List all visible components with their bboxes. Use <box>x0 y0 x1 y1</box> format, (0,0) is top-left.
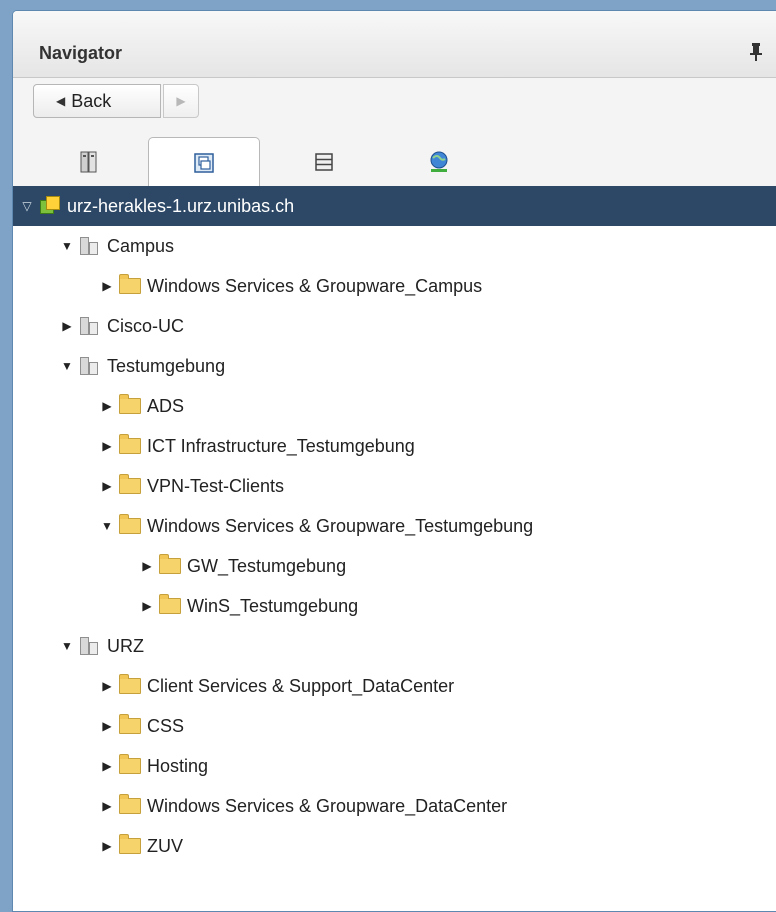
tree-datacenter-row[interactable]: ▼ Testumgebung <box>13 346 776 386</box>
tree-folder-row[interactable]: ▶ ADS <box>13 386 776 426</box>
tree-folder-row[interactable]: ▼ Windows Services & Groupware_Testumgebu… <box>13 506 776 546</box>
folder-icon <box>119 274 145 296</box>
expand-right-icon[interactable]: ▶ <box>99 399 115 413</box>
tree-folder-row[interactable]: ▶ CSS <box>13 706 776 746</box>
folder-icon <box>119 434 145 456</box>
expand-right-icon[interactable]: ▶ <box>99 279 115 293</box>
folder-icon <box>119 394 145 416</box>
forward-button[interactable]: ▶ <box>163 84 199 118</box>
tree-item-label: ADS <box>147 395 185 416</box>
expand-right-icon[interactable]: ▶ <box>99 719 115 733</box>
tree-item-label: URZ <box>107 635 144 656</box>
tree-item-label: GW_Testumgebung <box>187 555 347 576</box>
datacenter-icon <box>79 356 105 376</box>
server-icon <box>80 151 97 173</box>
folder-icon <box>159 594 185 616</box>
back-button[interactable]: ◀ Back <box>33 84 161 118</box>
navigator-panel: Navigator ◀ Back ▶ ▽ urz-herakles-1.urz.… <box>12 10 776 912</box>
tree-item-label: urz-herakles-1.urz.unibas.ch <box>67 195 295 216</box>
expand-right-icon[interactable]: ▶ <box>99 839 115 853</box>
datacenter-icon <box>79 236 105 256</box>
expand-down-icon[interactable]: ▼ <box>99 519 115 533</box>
tree-item-label: Windows Services & Groupware_Campus <box>147 275 483 296</box>
expand-right-icon[interactable]: ▶ <box>99 479 115 493</box>
tree-item-label: Windows Services & Groupware_Testumgebun… <box>147 515 534 536</box>
pin-icon[interactable] <box>749 42 763 67</box>
tree-item-label: Cisco-UC <box>107 315 185 336</box>
vcenter-icon <box>39 196 65 216</box>
tree-datacenter-row[interactable]: ▶ Cisco-UC <box>13 306 776 346</box>
datacenter-icon <box>79 316 105 336</box>
tree-folder-row[interactable]: ▶ Windows Services & Groupware_Campus <box>13 266 776 306</box>
tree-folder-row[interactable]: ▶ VPN-Test-Clients <box>13 466 776 506</box>
expand-down-icon[interactable]: ▼ <box>59 639 75 653</box>
tab-hosts-clusters[interactable] <box>33 137 145 187</box>
tree-folder-row[interactable]: ▶ Windows Services & Groupware_DataCenter <box>13 786 776 826</box>
expand-right-icon[interactable]: ▶ <box>139 599 155 613</box>
tree-item-label: ICT Infrastructure_Testumgebung <box>147 435 415 456</box>
expand-right-icon[interactable]: ▶ <box>99 679 115 693</box>
navigator-header <box>13 11 776 78</box>
page: Navigator ◀ Back ▶ ▽ urz-herakles-1.urz.… <box>0 0 776 912</box>
expand-right-icon[interactable]: ▶ <box>99 799 115 813</box>
tab-networking[interactable] <box>383 137 495 187</box>
tree-vcenter-row[interactable]: ▽ urz-herakles-1.urz.unibas.ch <box>13 186 776 226</box>
folder-icon <box>119 754 145 776</box>
expand-right-icon[interactable]: ▶ <box>99 439 115 453</box>
tree-item-label: Hosting <box>147 755 209 776</box>
tab-storage[interactable] <box>268 137 380 187</box>
forward-arrow-icon: ▶ <box>176 94 186 108</box>
expand-down-icon[interactable]: ▼ <box>59 239 75 253</box>
tab-vms-templates[interactable] <box>148 137 260 187</box>
tree-item-label: Campus <box>107 235 175 256</box>
inventory-tree: ▽ urz-herakles-1.urz.unibas.ch ▼ Campus ▶ Win… <box>13 186 776 911</box>
tree-item-label: VPN-Test-Clients <box>147 475 285 496</box>
expand-right-icon[interactable]: ▶ <box>139 559 155 573</box>
vm-icon <box>194 152 214 173</box>
tree-item-label: ZUV <box>147 835 183 856</box>
back-label: Back <box>71 90 112 111</box>
tree-folder-row[interactable]: ▶ WinS_Testumgebung <box>13 586 776 626</box>
tree-item-label: WinS_Testumgebung <box>187 595 359 616</box>
network-globe-icon <box>430 151 448 172</box>
expand-down-icon[interactable]: ▽ <box>19 199 35 213</box>
folder-icon <box>119 794 145 816</box>
tree-folder-row[interactable]: ▶ Client Services & Support_DataCenter <box>13 666 776 706</box>
tree-item-label: Testumgebung <box>107 355 226 376</box>
expand-right-icon[interactable]: ▶ <box>99 759 115 773</box>
folder-icon <box>119 834 145 856</box>
tree-item-label: Windows Services & Groupware_DataCenter <box>147 795 508 816</box>
back-arrow-icon: ◀ <box>56 94 66 108</box>
tree-datacenter-row[interactable]: ▼ URZ <box>13 626 776 666</box>
tree-folder-row[interactable]: ▶ ICT Infrastructure_Testumgebung <box>13 426 776 466</box>
expand-right-icon[interactable]: ▶ <box>59 319 75 333</box>
tree-item-label: CSS <box>147 715 185 736</box>
folder-icon <box>119 474 145 496</box>
tree-datacenter-row[interactable]: ▼ Campus <box>13 226 776 266</box>
datacenter-icon <box>79 636 105 656</box>
storage-icon <box>315 153 333 171</box>
folder-icon <box>119 674 145 696</box>
folder-icon <box>119 714 145 736</box>
expand-down-icon[interactable]: ▼ <box>59 359 75 373</box>
tree-folder-row[interactable]: ▶ ZUV <box>13 826 776 866</box>
tree-folder-row[interactable]: ▶ Hosting <box>13 746 776 786</box>
navigator-title: Navigator <box>39 43 123 63</box>
tree-item-label: Client Services & Support_DataCenter <box>147 675 455 696</box>
folder-icon <box>159 554 185 576</box>
tree-folder-row[interactable]: ▶ GW_Testumgebung <box>13 546 776 586</box>
folder-icon <box>119 514 145 536</box>
